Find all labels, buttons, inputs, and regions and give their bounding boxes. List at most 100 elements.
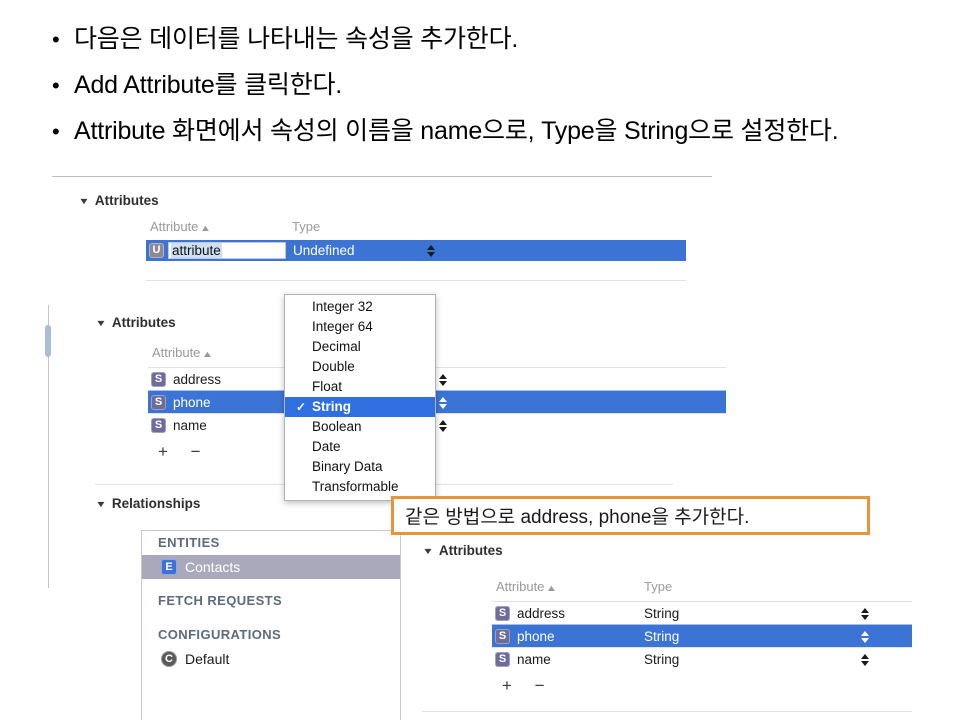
attribute-name-value: name (517, 651, 551, 667)
attribute-type-dropdown-menu[interactable]: Integer 32 Integer 64 Decimal Double Flo… (284, 294, 436, 501)
bullet-text: Attribute 화면에서 속성의 이름을 name으로, Type을 Str… (74, 117, 839, 145)
disclosure-triangle-icon[interactable]: ▼ (422, 546, 434, 557)
nav-item-label: Default (185, 651, 230, 667)
attribute-type-value[interactable]: String (644, 606, 679, 621)
type-stepper-icon[interactable] (860, 651, 869, 668)
nav-item-contacts[interactable]: E Contacts (142, 555, 400, 579)
row-divider (146, 280, 686, 281)
attribute-type-value[interactable]: Undefined (293, 243, 355, 258)
table-row[interactable]: S name String (492, 647, 912, 670)
menu-item-label: Float (312, 379, 343, 394)
sort-ascending-icon: ▲ (546, 582, 558, 593)
column-header-attribute[interactable]: Attribute ▲ (496, 579, 558, 594)
column-header-attribute[interactable]: Attribute ▲ (152, 345, 214, 360)
attribute-type-badge-icon: S (495, 628, 510, 644)
bullet-text: Add Attribute를 클릭한다. (74, 71, 343, 99)
attribute-name-value: name (173, 417, 207, 433)
attribute-type-badge-icon: S (151, 394, 166, 410)
attribute-type-badge-icon: S (151, 417, 166, 433)
attributes-table: S address String S phone String S name S… (492, 601, 912, 670)
add-remove-attribute-buttons[interactable]: + − (158, 442, 210, 462)
attribute-name-input[interactable]: attribute (168, 242, 286, 259)
add-remove-attribute-buttons[interactable]: + − (502, 676, 554, 696)
list-item: • Add Attribute를 클릭한다. (46, 66, 926, 106)
list-item: • 다음은 데이터를 나타내는 속성을 추가한다. (46, 20, 926, 60)
menu-item-boolean[interactable]: Boolean (285, 417, 435, 437)
entity-badge-icon: E (161, 559, 177, 575)
attributes-section-header[interactable]: ▼ Attributes (78, 193, 159, 208)
attributes-section-header[interactable]: ▼ Attributes (95, 315, 176, 330)
attributes-section-header[interactable]: ▼ Attributes (422, 543, 503, 558)
menu-item-double[interactable]: Double (285, 357, 435, 377)
attribute-type-value[interactable]: String (644, 629, 679, 644)
menu-item-label: Integer 64 (312, 319, 373, 334)
nav-heading-configurations: CONFIGURATIONS (158, 627, 282, 642)
nav-item-default-configuration[interactable]: C Default (142, 647, 400, 671)
disclosure-triangle-icon[interactable]: ▼ (95, 318, 107, 329)
column-header-attribute-label: Attribute (152, 345, 201, 360)
bullet-list: • 다음은 데이터를 나타내는 속성을 추가한다. • Add Attribut… (46, 20, 926, 158)
type-stepper-icon[interactable] (426, 242, 435, 259)
menu-item-label: String (312, 399, 351, 414)
attribute-name-value: address (173, 371, 222, 387)
menu-item-integer-32[interactable]: Integer 32 (285, 297, 435, 317)
menu-item-binary-data[interactable]: Binary Data (285, 457, 435, 477)
column-header-type[interactable]: Type (644, 579, 672, 594)
table-row[interactable]: S address String (492, 601, 912, 624)
type-stepper-icon[interactable] (438, 371, 447, 388)
disclosure-triangle-icon[interactable]: ▼ (95, 499, 107, 510)
vertical-scrollbar-thumb[interactable] (45, 325, 51, 357)
table-row[interactable]: S name (148, 413, 726, 436)
list-item: • Attribute 화면에서 속성의 이름을 name으로, Type을 S… (46, 112, 926, 152)
type-stepper-icon[interactable] (860, 628, 869, 645)
menu-item-float[interactable]: Float (285, 377, 435, 397)
annotation-callout-text: 같은 방법으로 address, phone을 추가한다. (405, 507, 750, 528)
attribute-type-value[interactable]: String (644, 652, 679, 667)
type-stepper-icon[interactable] (438, 394, 447, 411)
table-row[interactable]: S address (148, 367, 726, 390)
sort-ascending-icon: ▲ (202, 348, 214, 359)
bullet-marker: • (52, 27, 60, 52)
menu-item-date[interactable]: Date (285, 437, 435, 457)
table-row[interactable]: S phone String (492, 624, 912, 647)
menu-item-decimal[interactable]: Decimal (285, 337, 435, 357)
column-header-attribute-label: Attribute (150, 219, 199, 234)
section-divider (422, 711, 912, 712)
attribute-type-badge-icon: U (149, 243, 164, 258)
attributes-section-label: Attributes (94, 193, 159, 208)
entities-navigator-panel: ENTITIES E Contacts FETCH REQUESTS CONFI… (141, 530, 401, 720)
menu-item-label: Date (312, 439, 341, 454)
column-header-attribute[interactable]: Attribute ▲ (150, 219, 212, 234)
nav-item-label: Contacts (185, 559, 241, 575)
attribute-name-value: attribute (171, 243, 222, 258)
menu-item-integer-64[interactable]: Integer 64 (285, 317, 435, 337)
column-header-attribute-label: Attribute (496, 579, 545, 594)
menu-item-label: Boolean (312, 419, 362, 434)
menu-item-string[interactable]: ✓ String (285, 397, 435, 417)
attributes-section-label: Attributes (111, 315, 176, 330)
attribute-name-value: address (517, 605, 566, 621)
configuration-badge-icon: C (161, 651, 177, 667)
menu-item-label: Decimal (312, 339, 361, 354)
nav-heading-fetch-requests: FETCH REQUESTS (158, 593, 283, 608)
sort-ascending-icon: ▲ (200, 222, 212, 233)
attribute-type-badge-icon: S (495, 651, 510, 667)
bullet-text: 다음은 데이터를 나타내는 속성을 추가한다. (74, 25, 519, 53)
table-row[interactable]: U attribute Undefined (146, 240, 686, 261)
attributes-section-label: Attributes (438, 543, 503, 558)
attribute-type-badge-icon: S (151, 371, 166, 387)
column-header-type[interactable]: Type (292, 219, 320, 234)
type-stepper-icon[interactable] (860, 605, 869, 622)
table-row[interactable]: S phone (148, 390, 726, 413)
attributes-table: S address S phone S name (148, 367, 726, 436)
relationships-section-header[interactable]: ▼ Relationships (95, 496, 200, 511)
attribute-name-value: phone (173, 394, 211, 410)
disclosure-triangle-icon[interactable]: ▼ (78, 196, 90, 207)
type-stepper-icon[interactable] (438, 417, 447, 434)
menu-item-label: Integer 32 (312, 299, 373, 314)
attributes-panel-first: ▼ Attributes Attribute ▲ Type U attribute … (78, 193, 718, 288)
attribute-type-badge-icon: S (495, 605, 510, 621)
menu-item-transformable[interactable]: Transformable (285, 477, 435, 497)
nav-heading-entities: ENTITIES (158, 535, 220, 550)
